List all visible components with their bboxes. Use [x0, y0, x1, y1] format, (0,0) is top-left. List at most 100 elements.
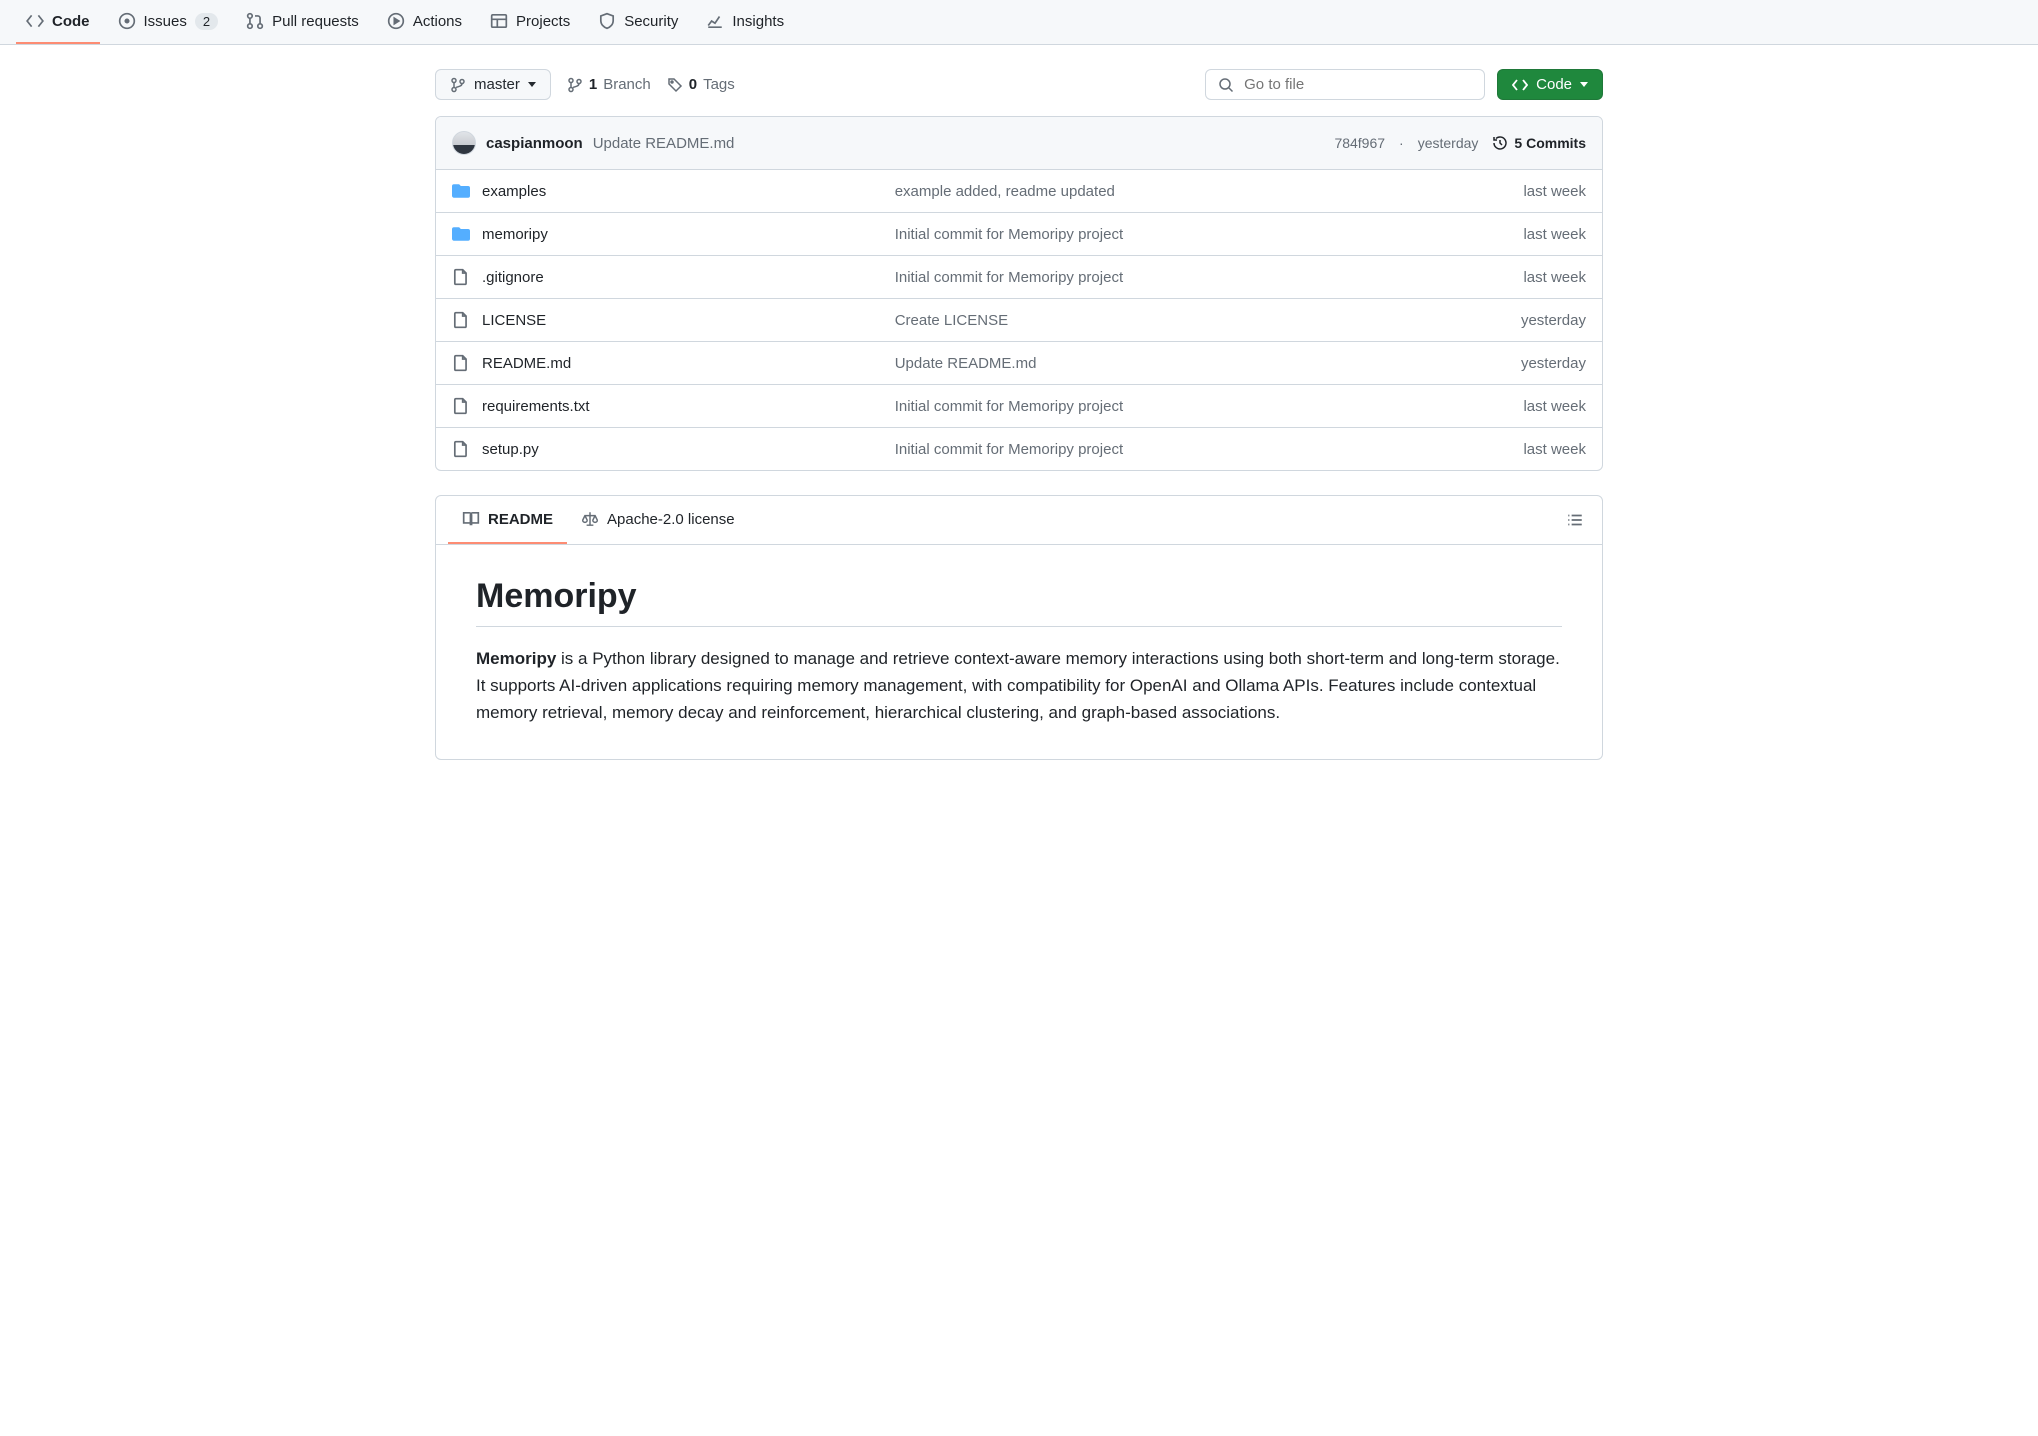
readme-title: Memoripy [476, 577, 1562, 627]
file-row: examples example added, readme updatedlas… [436, 170, 1602, 213]
file-icon [452, 268, 470, 286]
tab-issues[interactable]: Issues 2 [108, 0, 229, 44]
file-age: last week [1426, 441, 1586, 458]
tab-issues-label: Issues [144, 13, 187, 30]
tab-insights[interactable]: Insights [696, 0, 794, 44]
chevron-down-icon [1580, 82, 1588, 87]
tab-code[interactable]: Code [16, 0, 100, 44]
tag-count: 0 [689, 76, 697, 93]
folder-icon [452, 225, 470, 243]
tab-actions-label: Actions [413, 13, 462, 30]
tab-security-label: Security [624, 13, 678, 30]
go-to-file-search[interactable] [1205, 69, 1485, 100]
file-age: yesterday [1426, 312, 1586, 329]
chevron-down-icon [528, 82, 536, 87]
branch-count: 1 [589, 76, 597, 93]
file-name-text: memoripy [482, 226, 548, 243]
code-download-button[interactable]: Code [1497, 69, 1603, 100]
readme-tab[interactable]: README [448, 496, 567, 544]
file-icon [452, 354, 470, 372]
readme-lead: Memoripy is a Python library designed to… [476, 645, 1562, 727]
issue-icon [118, 12, 136, 30]
branch-name: master [474, 76, 520, 93]
commits-link[interactable]: 5 Commits [1492, 135, 1586, 151]
file-name-text: .gitignore [482, 269, 544, 286]
readme-box: README Apache-2.0 license Memoripy Memor… [435, 495, 1603, 760]
file-row: README.md Update README.mdyesterday [436, 342, 1602, 385]
graph-icon [706, 12, 724, 30]
file-commit-message[interactable]: Initial commit for Memoripy project [895, 226, 1426, 243]
file-name[interactable]: LICENSE [452, 311, 895, 329]
table-icon [490, 12, 508, 30]
tab-code-label: Code [52, 13, 90, 30]
file-row: setup.py Initial commit for Memoripy proj… [436, 428, 1602, 470]
file-name-text: setup.py [482, 441, 539, 458]
file-name-text: LICENSE [482, 312, 546, 329]
tab-actions[interactable]: Actions [377, 0, 472, 44]
file-commit-message[interactable]: Initial commit for Memoripy project [895, 441, 1426, 458]
file-row: requirements.txt Initial commit for Memor… [436, 385, 1602, 428]
file-commit-message[interactable]: Create LICENSE [895, 312, 1426, 329]
tab-projects-label: Projects [516, 13, 570, 30]
file-icon [452, 311, 470, 329]
file-name[interactable]: .gitignore [452, 268, 895, 286]
file-name[interactable]: setup.py [452, 440, 895, 458]
outline-button[interactable] [1560, 505, 1590, 535]
file-age: last week [1426, 269, 1586, 286]
file-listing: caspianmoon Update README.md 784f967 · y… [435, 116, 1603, 471]
commits-count: 5 Commits [1514, 135, 1586, 151]
readme-content: Memoripy Memoripy is a Python library de… [436, 545, 1602, 759]
license-tab-label: Apache-2.0 license [607, 511, 735, 528]
avatar[interactable] [452, 131, 476, 155]
book-icon [462, 510, 480, 528]
branch-select-button[interactable]: master [435, 69, 551, 100]
issues-count-badge: 2 [195, 13, 218, 30]
file-name[interactable]: examples [452, 182, 895, 200]
tag-count-label: Tags [703, 76, 735, 93]
code-icon [1512, 77, 1528, 93]
code-button-label: Code [1536, 76, 1572, 93]
file-commit-message[interactable]: Initial commit for Memoripy project [895, 398, 1426, 415]
file-name-text: README.md [482, 355, 571, 372]
branches-link[interactable]: 1 Branch [567, 76, 651, 93]
repo-nav: Code Issues 2 Pull requests Actions Proj… [0, 0, 2038, 45]
commit-message[interactable]: Update README.md [593, 135, 735, 152]
file-row: memoripy Initial commit for Memoripy proj… [436, 213, 1602, 256]
latest-commit-header: caspianmoon Update README.md 784f967 · y… [436, 117, 1602, 170]
readme-tab-label: README [488, 511, 553, 528]
branch-count-label: Branch [603, 76, 651, 93]
file-name[interactable]: memoripy [452, 225, 895, 243]
file-age: yesterday [1426, 355, 1586, 372]
file-name[interactable]: requirements.txt [452, 397, 895, 415]
tab-pulls[interactable]: Pull requests [236, 0, 369, 44]
commit-author[interactable]: caspianmoon [486, 135, 583, 152]
play-circle-icon [387, 12, 405, 30]
tab-projects[interactable]: Projects [480, 0, 580, 44]
file-name-text: examples [482, 183, 546, 200]
code-icon [26, 12, 44, 30]
commit-age: yesterday [1418, 135, 1479, 151]
git-branch-icon [450, 77, 466, 93]
file-name[interactable]: README.md [452, 354, 895, 372]
file-commit-message[interactable]: Initial commit for Memoripy project [895, 269, 1426, 286]
tab-insights-label: Insights [732, 13, 784, 30]
git-branch-icon [567, 77, 583, 93]
tags-link[interactable]: 0 Tags [667, 76, 735, 93]
file-icon [452, 440, 470, 458]
license-tab[interactable]: Apache-2.0 license [567, 496, 749, 544]
tab-security[interactable]: Security [588, 0, 688, 44]
tab-pulls-label: Pull requests [272, 13, 359, 30]
go-to-file-input[interactable] [1244, 76, 1472, 93]
file-name-text: requirements.txt [482, 398, 590, 415]
file-commit-message[interactable]: Update README.md [895, 355, 1426, 372]
file-age: last week [1426, 183, 1586, 200]
search-icon [1218, 77, 1234, 93]
tag-icon [667, 77, 683, 93]
file-nav: master 1 Branch 0 Tags [435, 69, 1603, 100]
commit-sha[interactable]: 784f967 [1334, 135, 1385, 151]
file-commit-message[interactable]: example added, readme updated [895, 183, 1426, 200]
file-row: LICENSE Create LICENSEyesterday [436, 299, 1602, 342]
law-icon [581, 510, 599, 528]
folder-icon [452, 182, 470, 200]
list-icon [1566, 511, 1584, 529]
